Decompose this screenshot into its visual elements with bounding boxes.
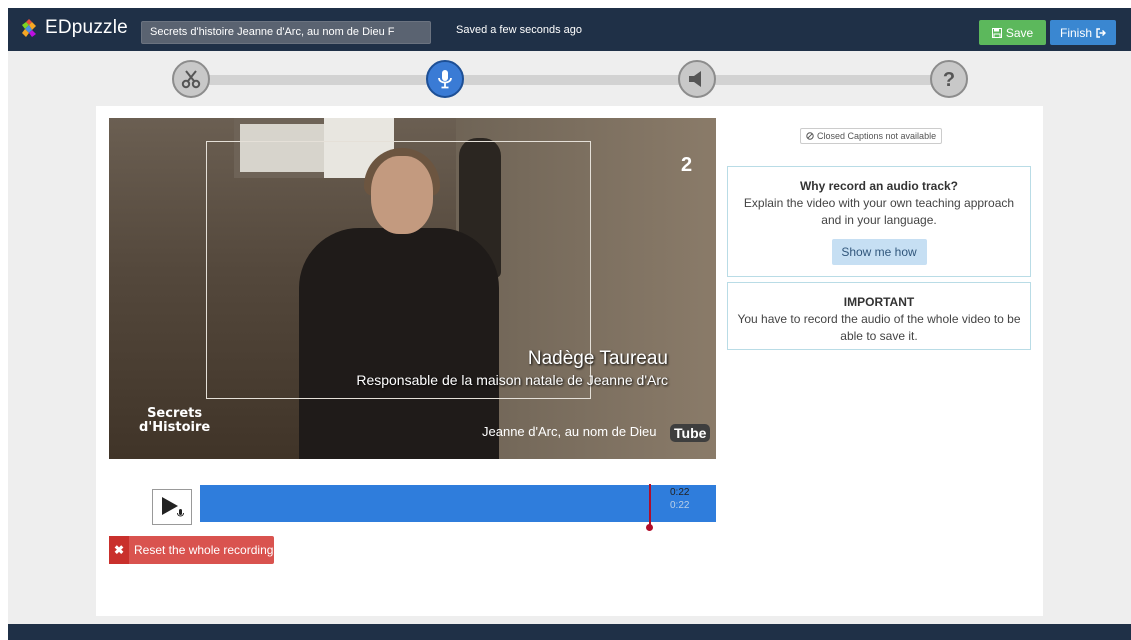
why-title: Why record an audio track?: [799, 179, 959, 193]
finish-label: Finish: [1059, 25, 1092, 40]
important-text: You have to record the audio of the whol…: [737, 312, 1021, 343]
video-player[interactable]: 2 Nadège Taureau Responsable de la maiso…: [109, 118, 716, 459]
current-time: 0:22: [670, 487, 690, 498]
show-logo-line1: Secrets: [147, 406, 203, 421]
ban-icon: [806, 132, 814, 140]
why-text: Explain the video with your own teaching…: [743, 196, 1015, 227]
important-title: IMPORTANT: [843, 295, 915, 309]
show-logo: Secrets d'Histoire: [139, 407, 210, 435]
video-overlay-title: Jeanne d'Arc, au nom de Dieu: [482, 424, 657, 439]
step-cut-button[interactable]: [172, 60, 210, 98]
captions-badge: Closed Captions not available: [800, 128, 943, 144]
save-label: Save: [1005, 25, 1034, 40]
logo-text: EDpuzzle: [45, 17, 128, 38]
svg-text:?: ?: [943, 69, 955, 90]
youtube-logo[interactable]: Tube: [670, 424, 711, 442]
app-window: EDpuzzle Secrets d'histoire Jeanne d'Arc…: [8, 8, 1131, 640]
speaker-name-caption: Nadège Taureau: [527, 348, 668, 369]
finish-button[interactable]: Finish: [1050, 20, 1116, 45]
step-quiz-button[interactable]: ?: [930, 60, 968, 98]
exit-icon: [1096, 27, 1106, 38]
show-logo-line2: d'Histoire: [139, 420, 211, 435]
footer-bar: [8, 624, 1131, 640]
playhead-handle[interactable]: [646, 524, 653, 531]
save-button[interactable]: Save: [979, 20, 1046, 45]
editor-panel: 2 Nadège Taureau Responsable de la maiso…: [96, 106, 1043, 616]
playhead[interactable]: [649, 484, 651, 528]
top-bar: EDpuzzle Secrets d'histoire Jeanne d'Arc…: [8, 8, 1131, 51]
why-record-box: Why record an audio track? Explain the v…: [727, 166, 1031, 277]
speaker-role-caption: Responsable de la maison natale de Jeann…: [356, 372, 668, 388]
speaker-icon: [689, 71, 701, 87]
important-box: IMPORTANT You have to record the audio o…: [727, 282, 1031, 350]
step-audio-notes-button[interactable]: [678, 60, 716, 98]
edpuzzle-logo[interactable]: EDpuzzle: [18, 17, 128, 39]
total-time: 0:22: [670, 500, 690, 511]
play-button[interactable]: [152, 489, 192, 525]
puzzle-icon: [22, 19, 36, 37]
save-status-text: Saved a few seconds ago: [456, 24, 582, 36]
reset-recording-button[interactable]: ✖ Reset the whole recording: [109, 536, 274, 564]
step-voiceover-button[interactable]: [426, 60, 464, 98]
captions-badge-text: Closed Captions not available: [817, 131, 937, 141]
recording-timeline[interactable]: [200, 485, 716, 522]
play-mic-icon: [162, 497, 184, 517]
question-icon: ?: [943, 69, 955, 90]
close-icon: ✖: [109, 536, 129, 564]
channel-logo: 2: [681, 154, 693, 176]
steps-track: [198, 75, 958, 85]
show-me-how-button[interactable]: Show me how: [831, 239, 927, 265]
microphone-icon: [438, 70, 452, 89]
floppy-icon: [991, 27, 1002, 38]
reset-label: Reset the whole recording: [134, 543, 274, 557]
video-title-input[interactable]: Secrets d'histoire Jeanne d'Arc, au nom …: [141, 21, 431, 44]
scissors-icon: [181, 70, 201, 89]
